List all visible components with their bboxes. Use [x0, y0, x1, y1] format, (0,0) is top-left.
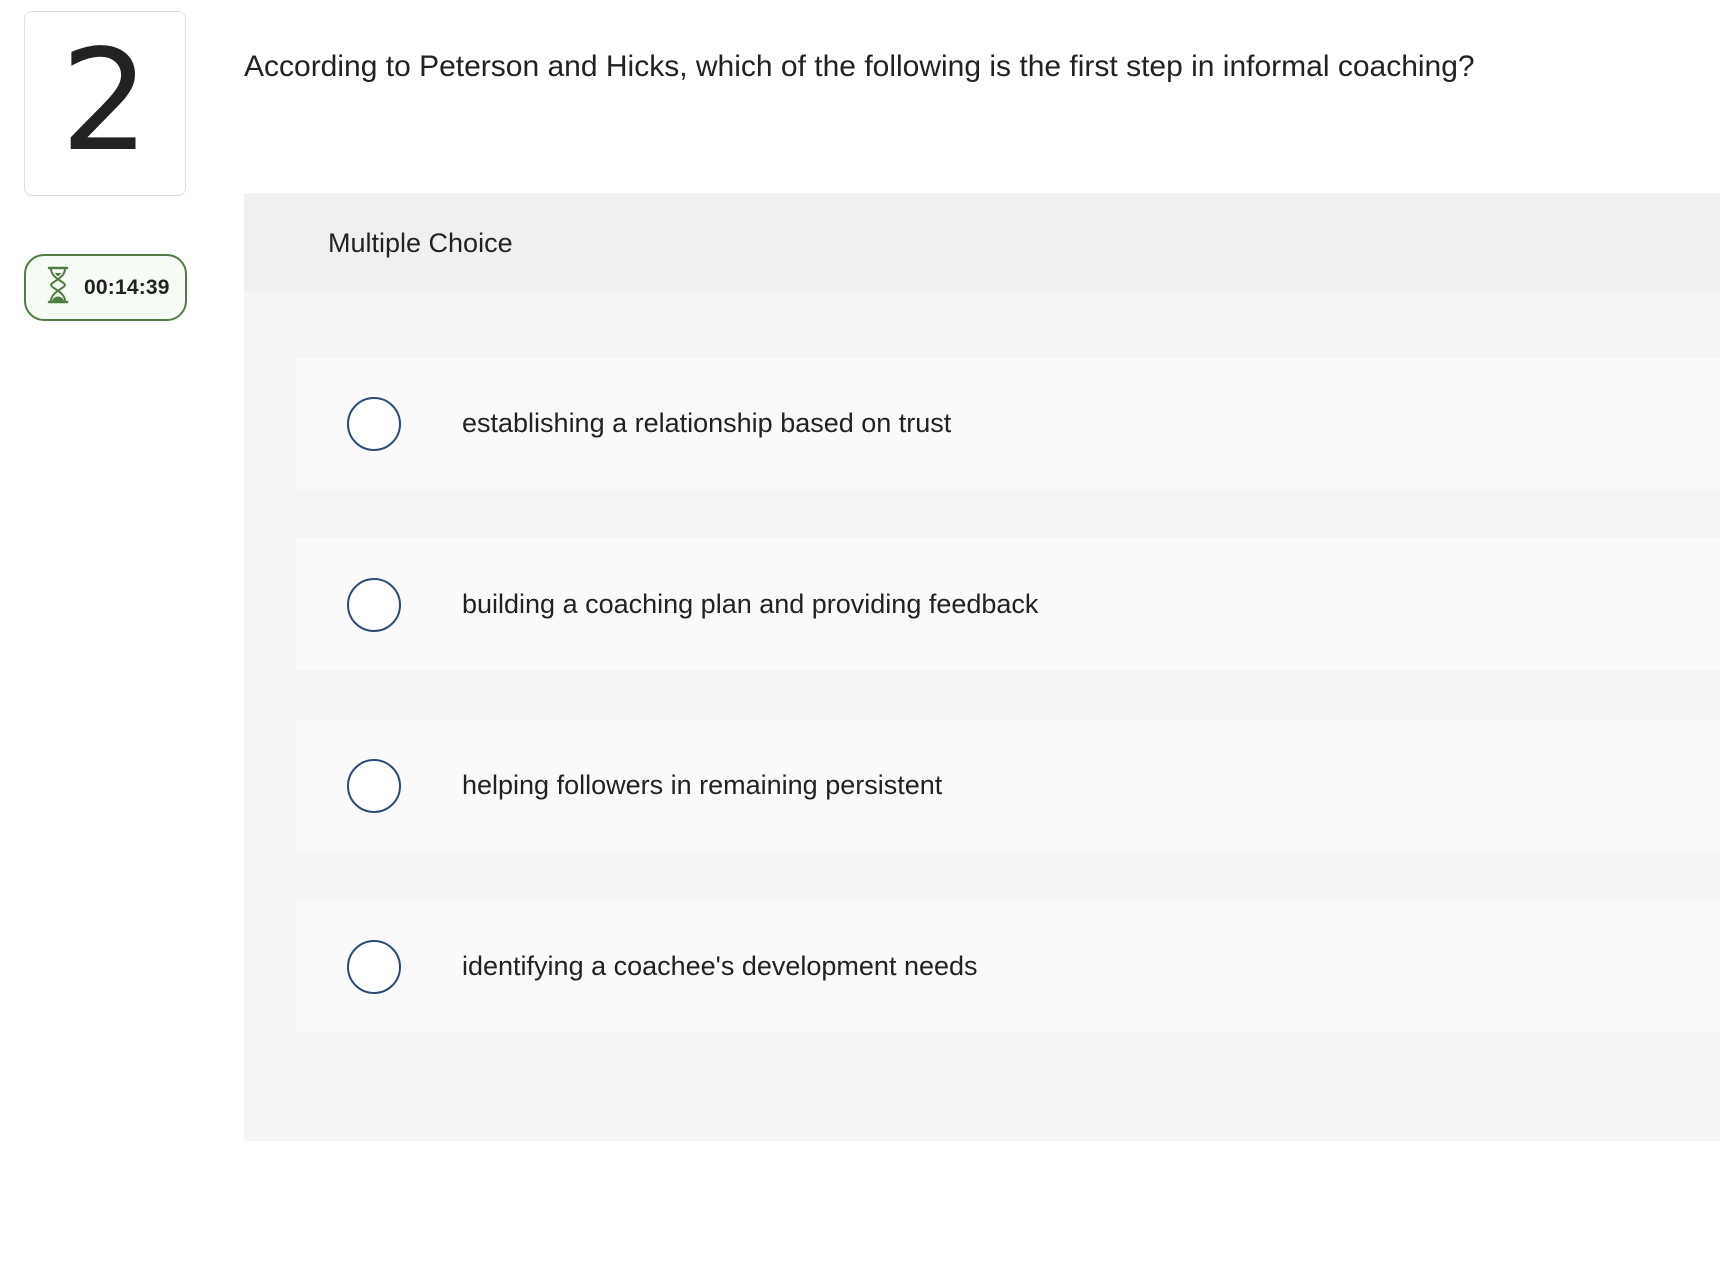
answer-option-label: building a coaching plan and providing f… [462, 589, 1039, 619]
radio-button[interactable] [347, 396, 401, 451]
timer-badge: 00:14:39 [24, 254, 187, 321]
question-type-label: Multiple Choice [328, 227, 513, 258]
answer-panel-header: Multiple Choice [244, 193, 1720, 293]
answer-panel: Multiple Choice establishing a relations… [244, 193, 1720, 1141]
question-number: 2 [60, 19, 150, 183]
answer-option[interactable]: identifying a coachee's development need… [296, 901, 1720, 1032]
radio-button[interactable] [347, 758, 401, 813]
answer-option-label: identifying a coachee's development need… [462, 951, 978, 981]
answer-option[interactable]: building a coaching plan and providing f… [296, 539, 1720, 670]
quiz-page: 2 00:14:39 According to Peterson and Hic… [0, 0, 1720, 1264]
question-text: According to Peterson and Hicks, which o… [244, 50, 1475, 83]
radio-button[interactable] [347, 577, 401, 632]
answer-option[interactable]: establishing a relationship based on tru… [296, 358, 1720, 489]
answer-option-label: establishing a relationship based on tru… [462, 408, 952, 438]
timer-value: 00:14:39 [84, 275, 170, 299]
hourglass-icon [46, 266, 70, 304]
radio-button[interactable] [347, 939, 401, 994]
answer-option-label: helping followers in remaining persisten… [462, 770, 943, 800]
question-number-card: 2 [24, 11, 186, 196]
answer-option[interactable]: helping followers in remaining persisten… [296, 720, 1720, 851]
